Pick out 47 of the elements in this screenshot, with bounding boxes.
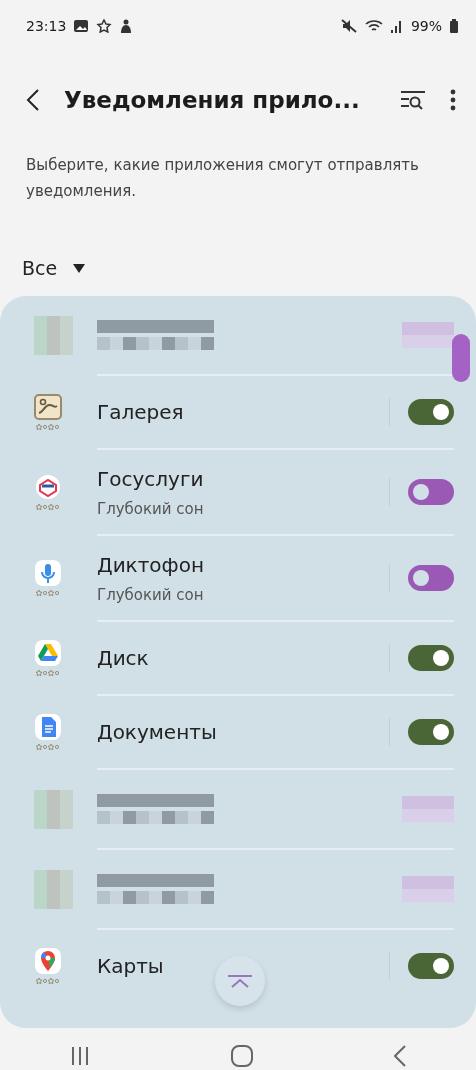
scroll-to-top-button[interactable] [215, 956, 265, 1006]
app-name: Госуслуги [97, 465, 204, 493]
signal-icon [390, 19, 403, 33]
app-name: Диск [97, 645, 149, 672]
caret-icon [73, 263, 86, 273]
mute-icon [340, 19, 357, 33]
pixelation-drawing [402, 876, 454, 902]
app-name: Галерея [97, 399, 184, 426]
clock: 23:13 [26, 16, 67, 36]
wifi-icon [364, 19, 383, 33]
image-icon [74, 20, 89, 32]
app-icon [34, 473, 62, 511]
notification-toggle[interactable] [408, 479, 454, 505]
figure-icon [120, 19, 133, 33]
filter-dropdown[interactable]: Все [22, 253, 86, 283]
notification-toggle[interactable] [408, 719, 454, 745]
back-icon[interactable] [26, 88, 40, 112]
pixelation-drawing [402, 322, 454, 348]
search-list-icon[interactable] [400, 90, 426, 110]
fast-scroll-handle[interactable] [452, 334, 470, 382]
pixelation-drawing [34, 789, 73, 829]
home-icon[interactable] [231, 1044, 253, 1067]
pixelation-drawing [34, 315, 73, 355]
notification-toggle[interactable] [408, 565, 454, 591]
app-name: Карты [97, 953, 164, 980]
star-notification-icon [96, 19, 113, 33]
notification-toggle[interactable] [408, 953, 454, 979]
app-name: Диктофон [97, 551, 204, 579]
app-icon [34, 639, 62, 677]
pixelation-drawing [402, 796, 454, 822]
scroll-up-icon [227, 974, 253, 989]
app-icon [34, 393, 62, 431]
app-status: Глубокий сон [97, 498, 204, 520]
app-icon [34, 559, 62, 597]
more-options-icon[interactable] [450, 89, 456, 111]
page-title: Уведомления прило... [64, 85, 360, 115]
notification-toggle[interactable] [408, 645, 454, 671]
battery-level: 99% [410, 16, 442, 36]
battery-icon [450, 19, 458, 33]
recent-apps-icon[interactable] [70, 1045, 91, 1066]
app-icon [34, 947, 62, 985]
app-icon [34, 713, 62, 751]
description-text: Выберите, какие приложения смогут отправлять уведомления. [26, 155, 420, 203]
app-name: Документы [97, 719, 217, 746]
notification-toggle[interactable] [408, 399, 454, 425]
pixelation-drawing [34, 869, 73, 909]
app-status: Глубокий сон [97, 584, 204, 606]
